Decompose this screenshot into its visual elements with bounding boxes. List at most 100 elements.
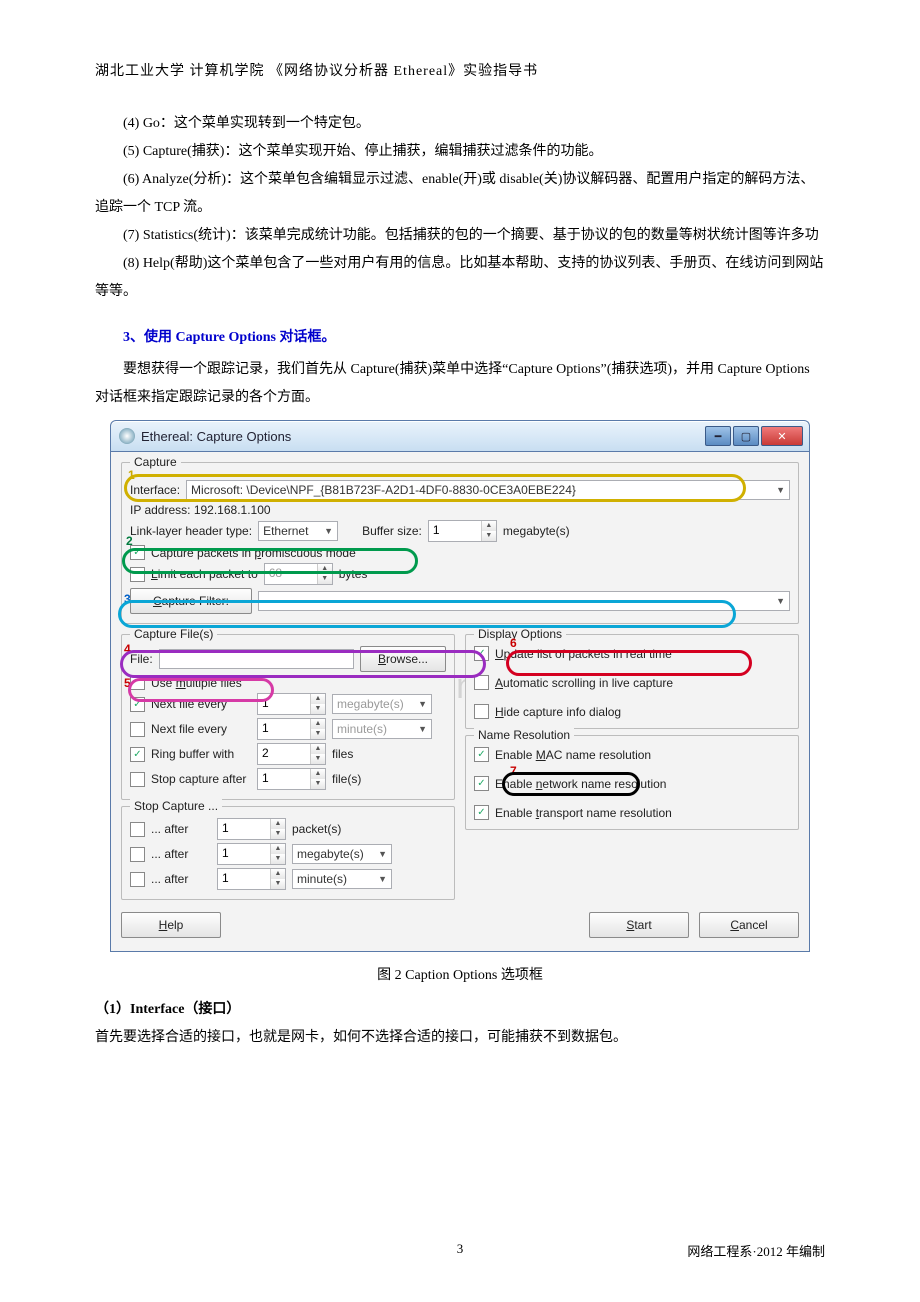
section3-body: 要想获得一个跟踪记录，我们首先从 Capture(捕获)菜单中选择“Captur…: [95, 356, 825, 412]
stop-group-title: Stop Capture ...: [130, 799, 222, 813]
stop-packets-label: ... after: [151, 822, 211, 836]
titlebar: Ethereal: Capture Options ━ ▢ ✕: [110, 420, 810, 451]
stop-after-checkbox[interactable]: [130, 772, 145, 787]
ring-label: Ring buffer with: [151, 747, 251, 761]
files-group-title: Capture File(s): [130, 627, 217, 641]
mac-checkbox[interactable]: ✓: [474, 747, 489, 762]
promiscuous-label: Capture packets in promiscuous mode: [151, 546, 356, 560]
para-8: (8) Help(帮助)这个菜单包含了一些对用户有用的信息。比如基本帮助、支持的…: [95, 250, 825, 306]
limit-checkbox[interactable]: [130, 567, 145, 582]
stop-size-spinner[interactable]: ▲▼: [217, 843, 286, 865]
nextfile-time-checkbox[interactable]: [130, 722, 145, 737]
update-checkbox[interactable]: ✓: [474, 646, 489, 661]
interface-value: Microsoft: \Device\NPF_{B81B723F-A2D1-4D…: [191, 483, 576, 497]
page-footer: 3 网络工程系·2012 年编制: [95, 1241, 825, 1257]
update-label: Update list of packets in real time: [495, 647, 672, 661]
ring-unit: files: [332, 747, 353, 761]
start-button[interactable]: Start: [589, 912, 689, 938]
close-button[interactable]: ✕: [761, 426, 803, 446]
mac-label: Enable MAC name resolution: [495, 748, 651, 762]
footer-right: 网络工程系·2012 年编制: [687, 1241, 825, 1260]
ip-address-label: IP address: 192.168.1.100: [130, 503, 271, 517]
net-label: Enable network name resolution: [495, 777, 666, 791]
autoscroll-label: Automatic scrolling in live capture: [495, 676, 673, 690]
maximize-button[interactable]: ▢: [733, 426, 759, 446]
nextfile-size-unit[interactable]: megabyte(s)▼: [332, 694, 432, 714]
hide-checkbox[interactable]: [474, 704, 489, 719]
para-7: (7) Statistics(统计)：该菜单完成统计功能。包括捕获的包的一个摘要…: [95, 222, 825, 250]
annot-num-6: 6: [510, 636, 517, 650]
limit-input[interactable]: [265, 564, 317, 582]
stop-time-unit[interactable]: minute(s)▼: [292, 869, 392, 889]
annot-num-7: 7: [510, 764, 517, 778]
stop-after-spinner[interactable]: ▲▼: [257, 768, 326, 790]
interface-select[interactable]: Microsoft: \Device\NPF_{B81B723F-A2D1-4D…: [186, 480, 790, 500]
capture-filter-button[interactable]: Capture Filter:: [130, 588, 252, 614]
stop-time-spinner[interactable]: ▲▼: [217, 868, 286, 890]
multi-files-label: Use multiple files: [151, 676, 242, 690]
stop-packets-spinner[interactable]: ▲▼: [217, 818, 286, 840]
page-header: 湖北工业大学 计算机学院 《网络协议分析器 Ethereal》实验指导书: [95, 60, 825, 80]
nextfile-size-checkbox[interactable]: ✓: [130, 697, 145, 712]
chevron-down-icon: ▼: [776, 485, 785, 495]
sub1-body: 首先要选择合适的接口，也就是网卡，如何不选择合适的接口，可能捕获不到数据包。: [95, 1024, 825, 1052]
capture-filter-combo[interactable]: ▼: [258, 591, 790, 611]
display-group-title: Display Options: [474, 627, 566, 641]
figure-caption: 图 2 Caption Options 选项框: [95, 964, 825, 984]
cancel-button[interactable]: Cancel: [699, 912, 799, 938]
ring-checkbox[interactable]: ✓: [130, 747, 145, 762]
section3-heading: 3、使用 Capture Options 对话框。: [95, 324, 825, 352]
autoscroll-checkbox[interactable]: [474, 675, 489, 690]
multi-files-checkbox[interactable]: [130, 675, 145, 690]
annot-num-3: 3: [124, 592, 131, 606]
stop-packets-unit: packet(s): [292, 822, 341, 836]
trans-checkbox[interactable]: ✓: [474, 805, 489, 820]
annot-num-1: 1: [128, 468, 135, 482]
chevron-down-icon: ▼: [776, 596, 785, 606]
stop-size-label: ... after: [151, 847, 211, 861]
annot-num-2: 2: [126, 534, 133, 548]
hide-label: Hide capture info dialog: [495, 705, 621, 719]
capture-options-dialog: www.zixin.com.cn Ethereal: Capture Optio…: [110, 420, 810, 952]
stop-time-checkbox[interactable]: [130, 872, 145, 887]
stop-time-label: ... after: [151, 872, 211, 886]
browse-button[interactable]: Browse...: [360, 646, 446, 672]
buffer-size-label: Buffer size:: [362, 524, 422, 538]
stop-size-checkbox[interactable]: [130, 847, 145, 862]
trans-label: Enable transport name resolution: [495, 806, 672, 820]
annot-num-4: 4: [124, 642, 131, 656]
buffer-size-input[interactable]: [429, 521, 481, 539]
ring-spinner[interactable]: ▲▼: [257, 743, 326, 765]
nameres-group-title: Name Resolution: [474, 728, 574, 742]
buffer-size-spinner[interactable]: ▲▼: [428, 520, 497, 542]
para-6: (6) Analyze(分析)：这个菜单包含编辑显示过滤、enable(开)或 …: [95, 166, 825, 222]
para-4: (4) Go：这个菜单实现转到一个特定包。: [95, 110, 825, 138]
link-layer-label: Link-layer header type:: [130, 524, 252, 538]
link-layer-select[interactable]: Ethernet ▼: [258, 521, 338, 541]
limit-unit: bytes: [339, 567, 368, 581]
nextfile-time-unit[interactable]: minute(s)▼: [332, 719, 432, 739]
nextfile-time-spinner[interactable]: ▲▼: [257, 718, 326, 740]
nextfile-size-spinner[interactable]: ▲▼: [257, 693, 326, 715]
window-title: Ethereal: Capture Options: [141, 429, 291, 444]
app-icon: [119, 428, 135, 444]
stop-size-unit[interactable]: megabyte(s)▼: [292, 844, 392, 864]
stop-packets-checkbox[interactable]: [130, 822, 145, 837]
buffer-unit: megabyte(s): [503, 524, 570, 538]
stop-after-label: Stop capture after: [151, 772, 251, 786]
net-checkbox[interactable]: ✓: [474, 776, 489, 791]
limit-spinner[interactable]: ▲▼: [264, 563, 333, 585]
file-input[interactable]: [159, 649, 354, 669]
help-button[interactable]: Help: [121, 912, 221, 938]
file-label: File:: [130, 652, 153, 666]
interface-label: Interface:: [130, 483, 180, 497]
chevron-down-icon: ▼: [324, 526, 333, 536]
limit-label: Limit each packet to: [151, 567, 258, 581]
annot-num-5: 5: [124, 676, 131, 690]
sub1-heading: （1）Interface（接口）: [95, 998, 825, 1018]
nextfile-size-label: Next file every: [151, 697, 251, 711]
para-5: (5) Capture(捕获)：这个菜单实现开始、停止捕获，编辑捕获过滤条件的功…: [95, 138, 825, 166]
minimize-button[interactable]: ━: [705, 426, 731, 446]
capture-group-title: Capture: [130, 455, 181, 469]
nextfile-time-label: Next file every: [151, 722, 251, 736]
